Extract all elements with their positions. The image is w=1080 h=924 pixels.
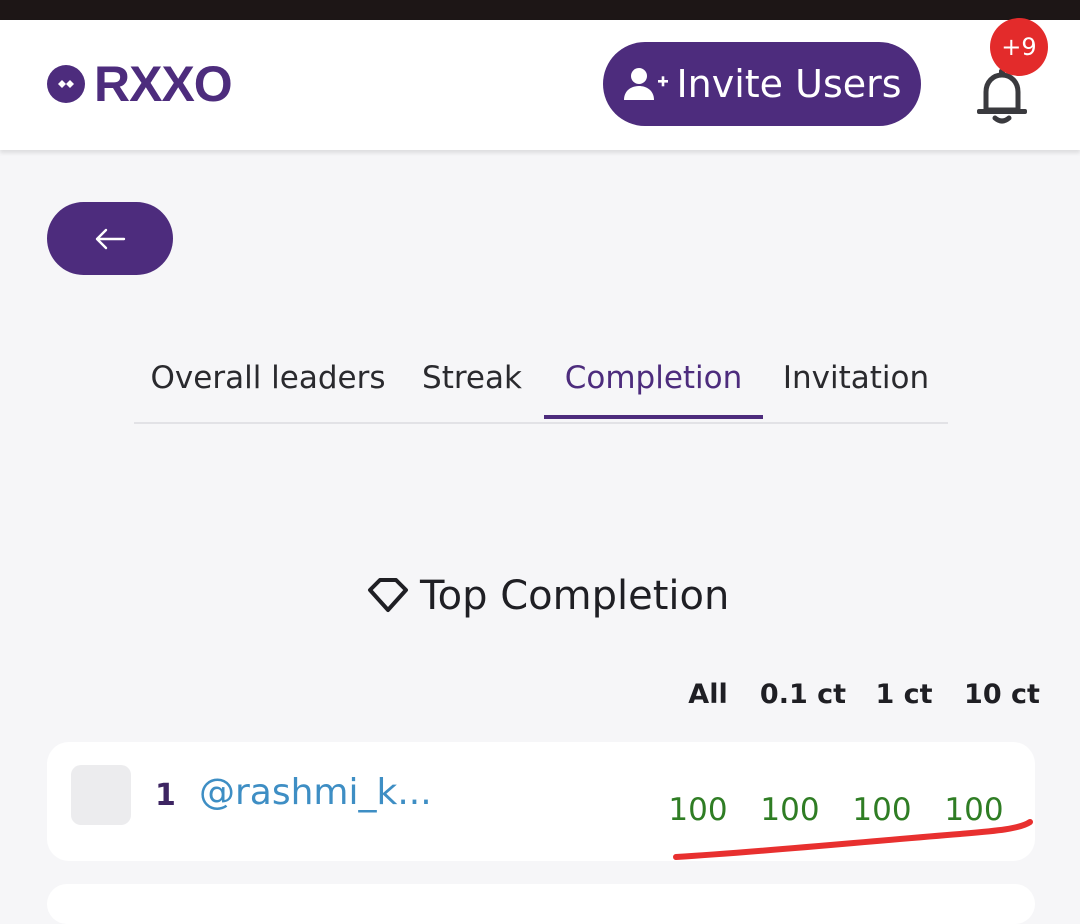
- status-strip: [0, 0, 1080, 20]
- app-header: RXXO Invite Users: [0, 20, 1080, 150]
- score-0-1-ct: 100: [760, 792, 820, 828]
- score-1-ct: 100: [852, 792, 912, 828]
- leaderboard-tabs: Overall leaders Streak Completion Invita…: [134, 338, 948, 424]
- notification-badge: +9: [990, 18, 1048, 76]
- logo-text: RXXO: [94, 56, 233, 112]
- section-title: Top Completion: [366, 566, 729, 626]
- section-title-text: Top Completion: [420, 573, 730, 619]
- column-header-0-1-ct[interactable]: 0.1 ct: [758, 676, 848, 712]
- active-tab-indicator: [544, 415, 763, 419]
- column-header-10-ct[interactable]: 10 ct: [960, 676, 1044, 712]
- score-all: 100: [668, 792, 728, 828]
- invite-users-button[interactable]: Invite Users: [603, 42, 921, 126]
- column-header-1-ct[interactable]: 1 ct: [866, 676, 942, 712]
- tab-completion[interactable]: Completion: [544, 338, 763, 418]
- tab-streak[interactable]: Streak: [412, 338, 532, 418]
- rank-number: 1: [155, 778, 176, 813]
- username-link[interactable]: @rashmi_k...: [199, 772, 432, 813]
- column-header-all[interactable]: All: [676, 676, 740, 712]
- back-button[interactable]: [47, 202, 173, 275]
- avatar: [71, 765, 131, 825]
- logo-mark-icon: [47, 65, 85, 103]
- leaderboard-row[interactable]: 1 @rashmi_k... 100 100 100 100: [47, 742, 1035, 861]
- tab-overall-leaders[interactable]: Overall leaders: [138, 338, 398, 418]
- diamond-icon: [368, 578, 408, 612]
- score-10-ct: 100: [944, 792, 1004, 828]
- user-plus-icon: [624, 68, 669, 100]
- arrow-left-icon: [95, 228, 126, 249]
- tab-invitation[interactable]: Invitation: [774, 338, 938, 418]
- leaderboard-row-next[interactable]: [47, 884, 1035, 924]
- logo[interactable]: RXXO: [46, 56, 233, 112]
- invite-users-label: Invite Users: [676, 62, 902, 106]
